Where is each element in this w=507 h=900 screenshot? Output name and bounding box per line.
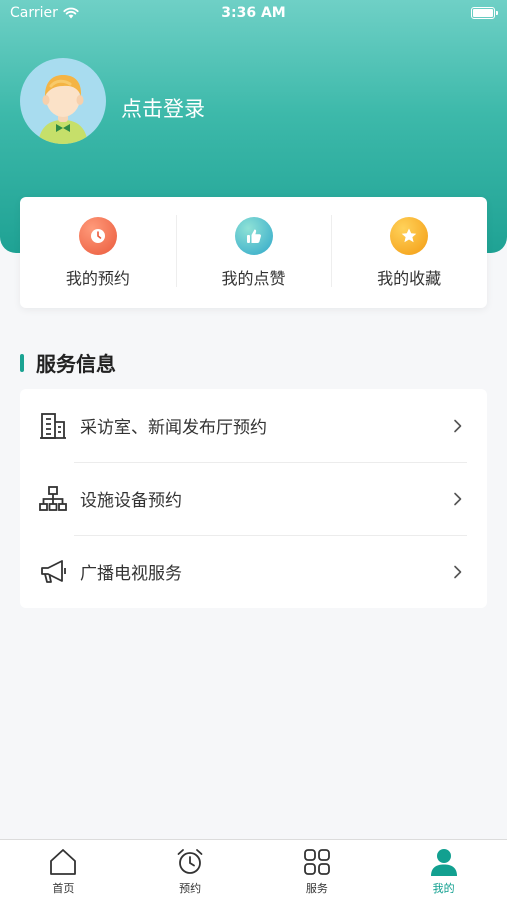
chevron-right-icon: [454, 492, 462, 505]
section-accent-bar: [20, 353, 24, 372]
section-title-text: 服务信息: [36, 352, 116, 376]
my-reservations-button[interactable]: 我的预约: [20, 197, 176, 308]
avatar-boy-icon: [38, 75, 88, 144]
tab-home[interactable]: 首页: [0, 840, 127, 900]
my-favorites-button[interactable]: 我的收藏: [331, 197, 487, 308]
service-label: 采访室、新闻发布厅预约: [80, 418, 267, 438]
network-icon: [38, 484, 68, 514]
service-label: 设施设备预约: [80, 491, 182, 511]
avatar[interactable]: [20, 58, 106, 144]
tab-mine[interactable]: 我的: [380, 840, 507, 900]
services-list: 采访室、新闻发布厅预约 设施设备预约 广播电视服务: [20, 389, 487, 608]
tab-services[interactable]: 服务: [254, 840, 381, 900]
service-item-broadcast[interactable]: 广播电视服务: [20, 535, 487, 608]
building-icon: [38, 411, 68, 441]
tab-label: 预约: [179, 882, 202, 895]
quick-label: 我的点赞: [221, 269, 286, 288]
quick-actions-card: 我的预约 我的点赞 我的收藏: [20, 197, 487, 308]
section-title: 服务信息: [20, 348, 116, 377]
tab-label: 首页: [52, 882, 75, 895]
quick-label: 我的收藏: [377, 269, 442, 288]
chevron-right-icon: [454, 565, 462, 578]
alarm-clock-icon: [177, 849, 203, 874]
my-likes-button[interactable]: 我的点赞: [175, 197, 332, 308]
grid-icon: [303, 849, 330, 875]
status-time: 3:36 AM: [221, 5, 286, 21]
tab-reservations[interactable]: 预约: [127, 840, 254, 900]
tab-label: 服务: [305, 882, 328, 895]
service-label: 广播电视服务: [80, 564, 182, 584]
battery-icon: [471, 7, 498, 19]
quick-label: 我的预约: [65, 269, 130, 288]
home-icon: [50, 849, 77, 875]
status-bar: Carrier 3:36 AM: [0, 0, 507, 28]
chevron-right-icon: [454, 419, 462, 432]
tab-label: 我的: [432, 882, 455, 895]
tab-bar: 首页 预约 服务 我的: [0, 839, 507, 900]
person-icon: [430, 849, 457, 876]
megaphone-icon: [38, 557, 68, 587]
service-item-equipment[interactable]: 设施设备预约: [20, 462, 487, 535]
login-link[interactable]: 点击登录: [121, 93, 205, 123]
star-icon: [390, 217, 429, 255]
service-item-press-room[interactable]: 采访室、新闻发布厅预约: [20, 389, 487, 462]
clock-icon: [78, 217, 117, 255]
thumbs-up-icon: [234, 217, 273, 255]
